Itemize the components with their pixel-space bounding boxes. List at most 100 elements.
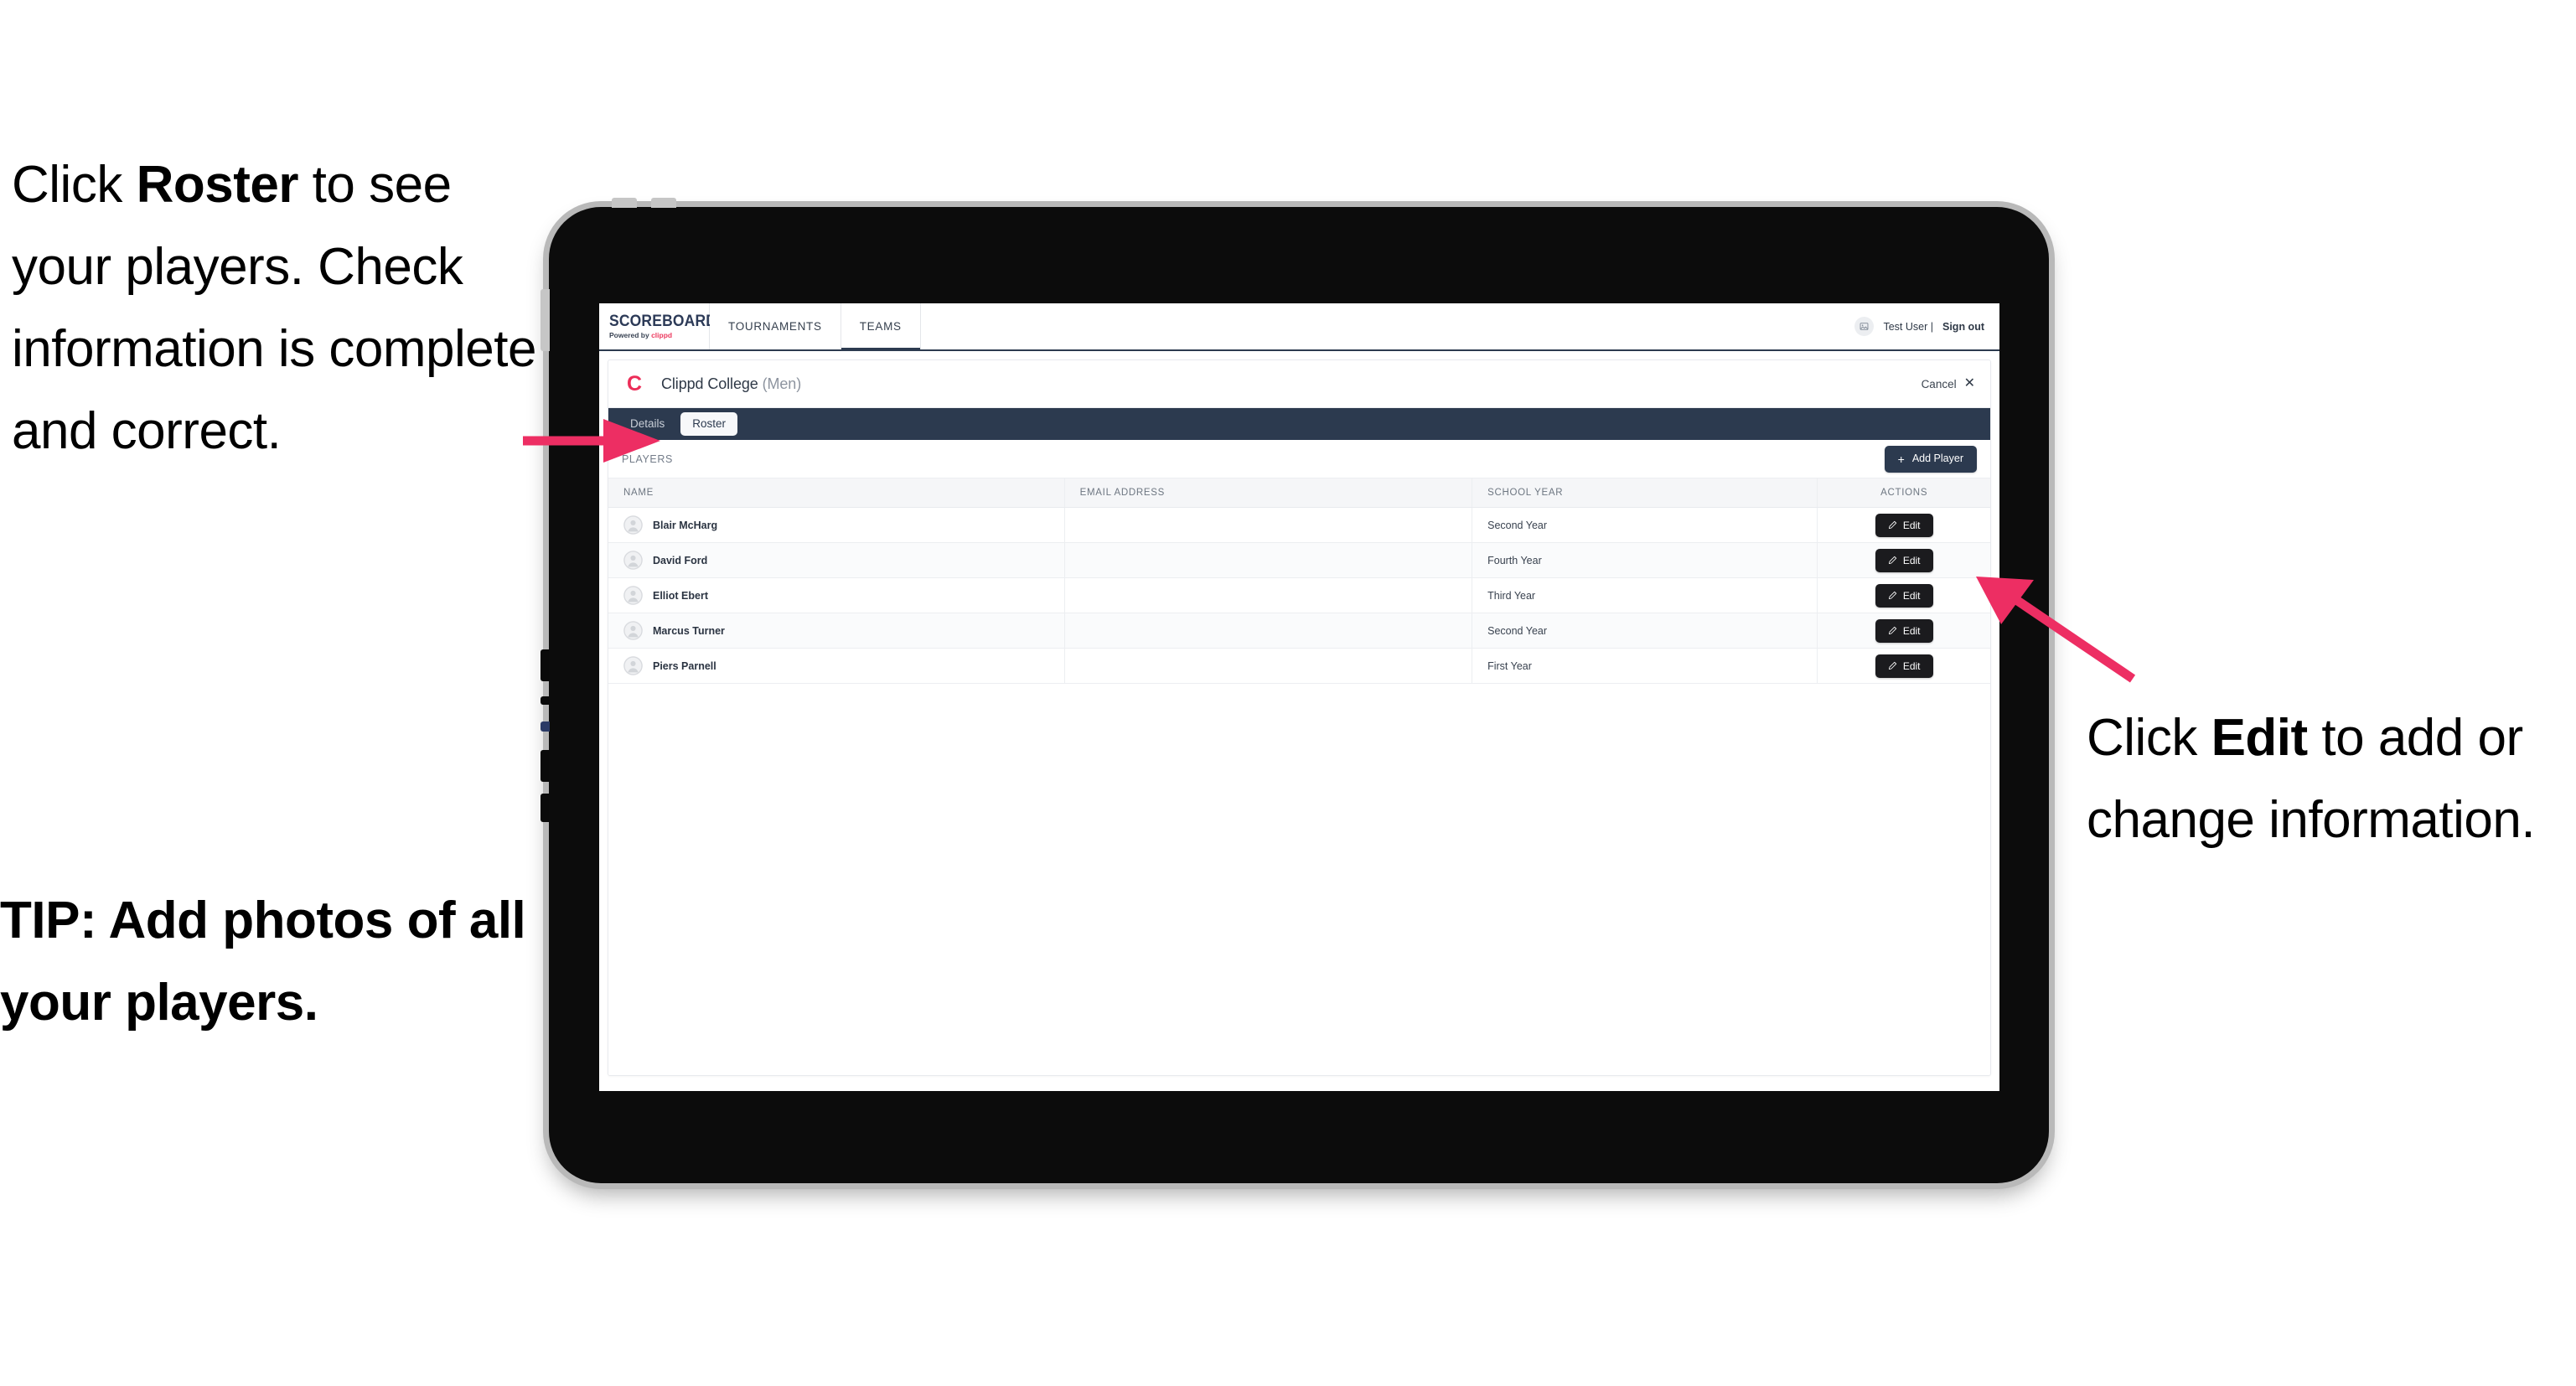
- pencil-icon: [1888, 591, 1896, 599]
- player-name-label: Marcus Turner: [653, 624, 725, 637]
- table-empty-space: [608, 684, 1990, 1075]
- cell-email: [1064, 507, 1473, 543]
- players-table-head: NAME EMAIL ADDRESS SCHOOL YEAR ACTIONS: [608, 478, 1990, 508]
- cell-school-year: Second Year: [1472, 507, 1818, 543]
- cell-email: [1064, 648, 1473, 684]
- edit-button[interactable]: Edit: [1875, 618, 1933, 643]
- pencil-icon: [1888, 520, 1896, 529]
- tablet-side-speaker-3: [541, 750, 550, 782]
- table-row: Marcus Turner Second Year Edit: [608, 613, 1990, 649]
- player-name-cell: Blair McHarg: [623, 515, 1064, 535]
- school-year-label: Third Year: [1487, 589, 1536, 602]
- players-table: NAME EMAIL ADDRESS SCHOOL YEAR ACTIONS B…: [608, 478, 1990, 684]
- annotation-left-text-bold: Roster: [136, 156, 299, 214]
- tablet-screen: SCOREBOARD Powered by clippd TOURNAMENTS…: [599, 303, 1999, 1091]
- sign-out-link[interactable]: Sign out: [1942, 321, 1984, 333]
- player-name-label: Piers Parnell: [653, 659, 716, 672]
- brand-powered-prefix: Powered by: [609, 331, 652, 340]
- team-name-title: Clippd College (Men): [661, 375, 801, 393]
- cell-actions: Edit: [1817, 542, 1990, 578]
- player-name-label: David Ford: [653, 554, 708, 566]
- school-year-label: Second Year: [1487, 519, 1548, 531]
- school-year-label: Second Year: [1487, 624, 1548, 637]
- tablet-side-speaker-4: [541, 794, 550, 822]
- table-row: Blair McHarg Second Year Edit: [608, 507, 1990, 543]
- edit-label: Edit: [1902, 589, 1921, 602]
- cell-email: [1064, 613, 1473, 649]
- team-header: C Clippd College (Men) Cancel ✕: [608, 360, 1990, 408]
- cell-name: Marcus Turner: [608, 613, 1065, 649]
- tablet-top-button-2: [651, 198, 676, 208]
- close-icon: ✕: [1963, 376, 1975, 390]
- players-table-body: Blair McHarg Second Year Edit David Ford…: [608, 507, 1990, 684]
- brand-title: SCOREBOARD: [609, 313, 717, 331]
- user-name-label: Test User |: [1883, 320, 1933, 333]
- edit-label: Edit: [1902, 554, 1921, 566]
- tablet-side-speaker-2: [541, 696, 550, 705]
- player-avatar-icon: [623, 586, 643, 605]
- annotation-left-text-pre: Click: [12, 156, 137, 214]
- plus-icon: +: [1897, 452, 1905, 466]
- pencil-icon: [1888, 556, 1896, 564]
- user-account-area: Test User | Sign out: [1854, 303, 1999, 349]
- table-row: Piers Parnell First Year Edit: [608, 648, 1990, 684]
- annotation-tip-photos: TIP: Add photos of all your players.: [0, 892, 526, 1032]
- annotation-right-edit: Click Edit to add or change information.: [2087, 697, 2576, 861]
- edit-button[interactable]: Edit: [1875, 654, 1933, 678]
- team-gender-label: (Men): [762, 375, 802, 392]
- tablet-device-frame: SCOREBOARD Powered by clippd TOURNAMENTS…: [541, 198, 2049, 1183]
- player-name-cell: Elliot Ebert: [623, 586, 1064, 605]
- edit-button[interactable]: Edit: [1875, 583, 1933, 608]
- cell-email: [1064, 542, 1473, 578]
- cell-name: Blair McHarg: [608, 507, 1065, 543]
- team-detail-card: C Clippd College (Men) Cancel ✕ Details …: [608, 359, 1991, 1076]
- tablet-side-indicator: [541, 721, 550, 732]
- subtab-roster[interactable]: Roster: [680, 412, 738, 436]
- subtab-details[interactable]: Details: [622, 418, 673, 430]
- edit-label: Edit: [1902, 659, 1921, 672]
- brand-logo[interactable]: SCOREBOARD Powered by clippd: [599, 303, 717, 349]
- user-avatar-icon[interactable]: [1854, 317, 1875, 336]
- annotation-right-text-pre: Click: [2087, 709, 2211, 767]
- tablet-top-button-1: [612, 198, 637, 208]
- column-header-school-year: SCHOOL YEAR: [1472, 478, 1818, 508]
- table-row: Elliot Ebert Third Year Edit: [608, 577, 1990, 613]
- add-player-button[interactable]: + Add Player: [1884, 445, 1977, 473]
- top-navigation-bar: SCOREBOARD Powered by clippd TOURNAMENTS…: [599, 303, 1999, 351]
- team-logo-icon: C: [626, 371, 643, 396]
- school-year-label: First Year: [1487, 659, 1532, 672]
- cell-name: Piers Parnell: [608, 648, 1065, 684]
- cell-email: [1064, 577, 1473, 613]
- table-row: David Ford Fourth Year Edit: [608, 542, 1990, 578]
- cell-actions: Edit: [1817, 648, 1990, 684]
- edit-button[interactable]: Edit: [1875, 548, 1933, 572]
- cell-name: Elliot Ebert: [608, 577, 1065, 613]
- school-year-label: Fourth Year: [1487, 554, 1542, 566]
- cancel-label: Cancel: [1921, 377, 1957, 390]
- edit-label: Edit: [1902, 624, 1921, 637]
- player-avatar-icon: [623, 551, 643, 570]
- column-header-name: NAME: [608, 478, 1065, 508]
- column-header-actions: ACTIONS: [1817, 478, 1990, 508]
- brand-powered-by: Powered by clippd: [609, 332, 709, 339]
- column-header-email: EMAIL ADDRESS: [1064, 478, 1473, 508]
- player-name-label: Blair McHarg: [653, 519, 718, 531]
- edit-button[interactable]: Edit: [1875, 513, 1933, 537]
- player-avatar-icon: [623, 515, 643, 535]
- add-player-label: Add Player: [1911, 453, 1963, 465]
- cell-actions: Edit: [1817, 613, 1990, 649]
- player-avatar-icon: [623, 656, 643, 675]
- brand-clippd-name: clippd: [651, 331, 673, 340]
- team-subtab-bar: Details Roster: [608, 408, 1990, 440]
- annotation-left-roster: Click Roster to see your players. Check …: [12, 144, 548, 473]
- player-name-label: Elliot Ebert: [653, 589, 708, 602]
- players-toolbar: PLAYERS + Add Player: [608, 440, 1990, 478]
- cancel-button[interactable]: Cancel ✕: [1922, 377, 1975, 390]
- player-name-cell: David Ford: [623, 551, 1064, 570]
- player-name-cell: Marcus Turner: [623, 621, 1064, 640]
- nav-tab-teams[interactable]: TEAMS: [841, 303, 921, 351]
- cell-school-year: Fourth Year: [1472, 542, 1818, 578]
- annotation-right-text-bold: Edit: [2211, 709, 2309, 767]
- nav-tab-tournaments[interactable]: TOURNAMENTS: [710, 303, 841, 349]
